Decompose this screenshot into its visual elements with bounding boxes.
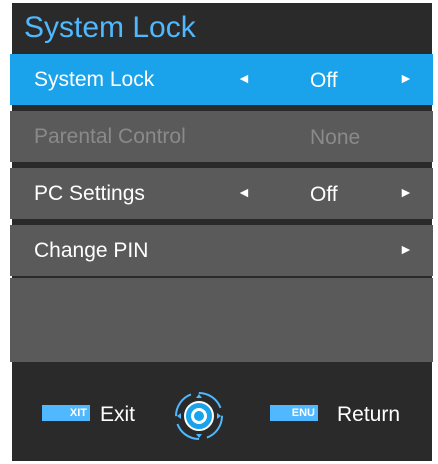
menu-list: System Lock ◄ Off ► Parental Control Non… — [10, 54, 433, 282]
menu-title: System Lock — [24, 11, 196, 44]
menu-item-value: None — [310, 126, 361, 149]
left-arrow-icon[interactable]: ◄ — [237, 184, 251, 200]
menu-item-label: Parental Control — [34, 125, 186, 148]
menu-item-system-lock[interactable]: System Lock ◄ Off ► — [10, 54, 433, 105]
menu-item-parental-control: Parental Control None — [10, 111, 433, 162]
left-arrow-icon[interactable]: ◄ — [237, 70, 251, 86]
menu-item-value: Off — [310, 69, 338, 92]
right-arrow-icon[interactable]: ► — [399, 70, 413, 86]
exit-label: Exit — [100, 403, 136, 426]
footer-bar: XIT Exit ENU Return — [12, 364, 432, 461]
menu-item-change-pin[interactable]: Change PIN ► — [10, 225, 433, 276]
exit-key-icon[interactable]: XIT — [42, 405, 90, 421]
menu-item-value: Off — [310, 183, 338, 206]
menu-item-label: Change PIN — [34, 239, 149, 262]
joystick-icon — [175, 392, 223, 440]
menu-item-label: PC Settings — [34, 182, 145, 205]
menu-item-label: System Lock — [34, 68, 155, 91]
return-label: Return — [337, 403, 401, 426]
right-arrow-icon[interactable]: ► — [399, 184, 413, 200]
menu-empty-area — [10, 278, 433, 362]
menu-key-icon[interactable]: ENU — [270, 405, 318, 421]
right-arrow-icon[interactable]: ► — [399, 241, 413, 257]
menu-item-pc-settings[interactable]: PC Settings ◄ Off ► — [10, 168, 433, 219]
